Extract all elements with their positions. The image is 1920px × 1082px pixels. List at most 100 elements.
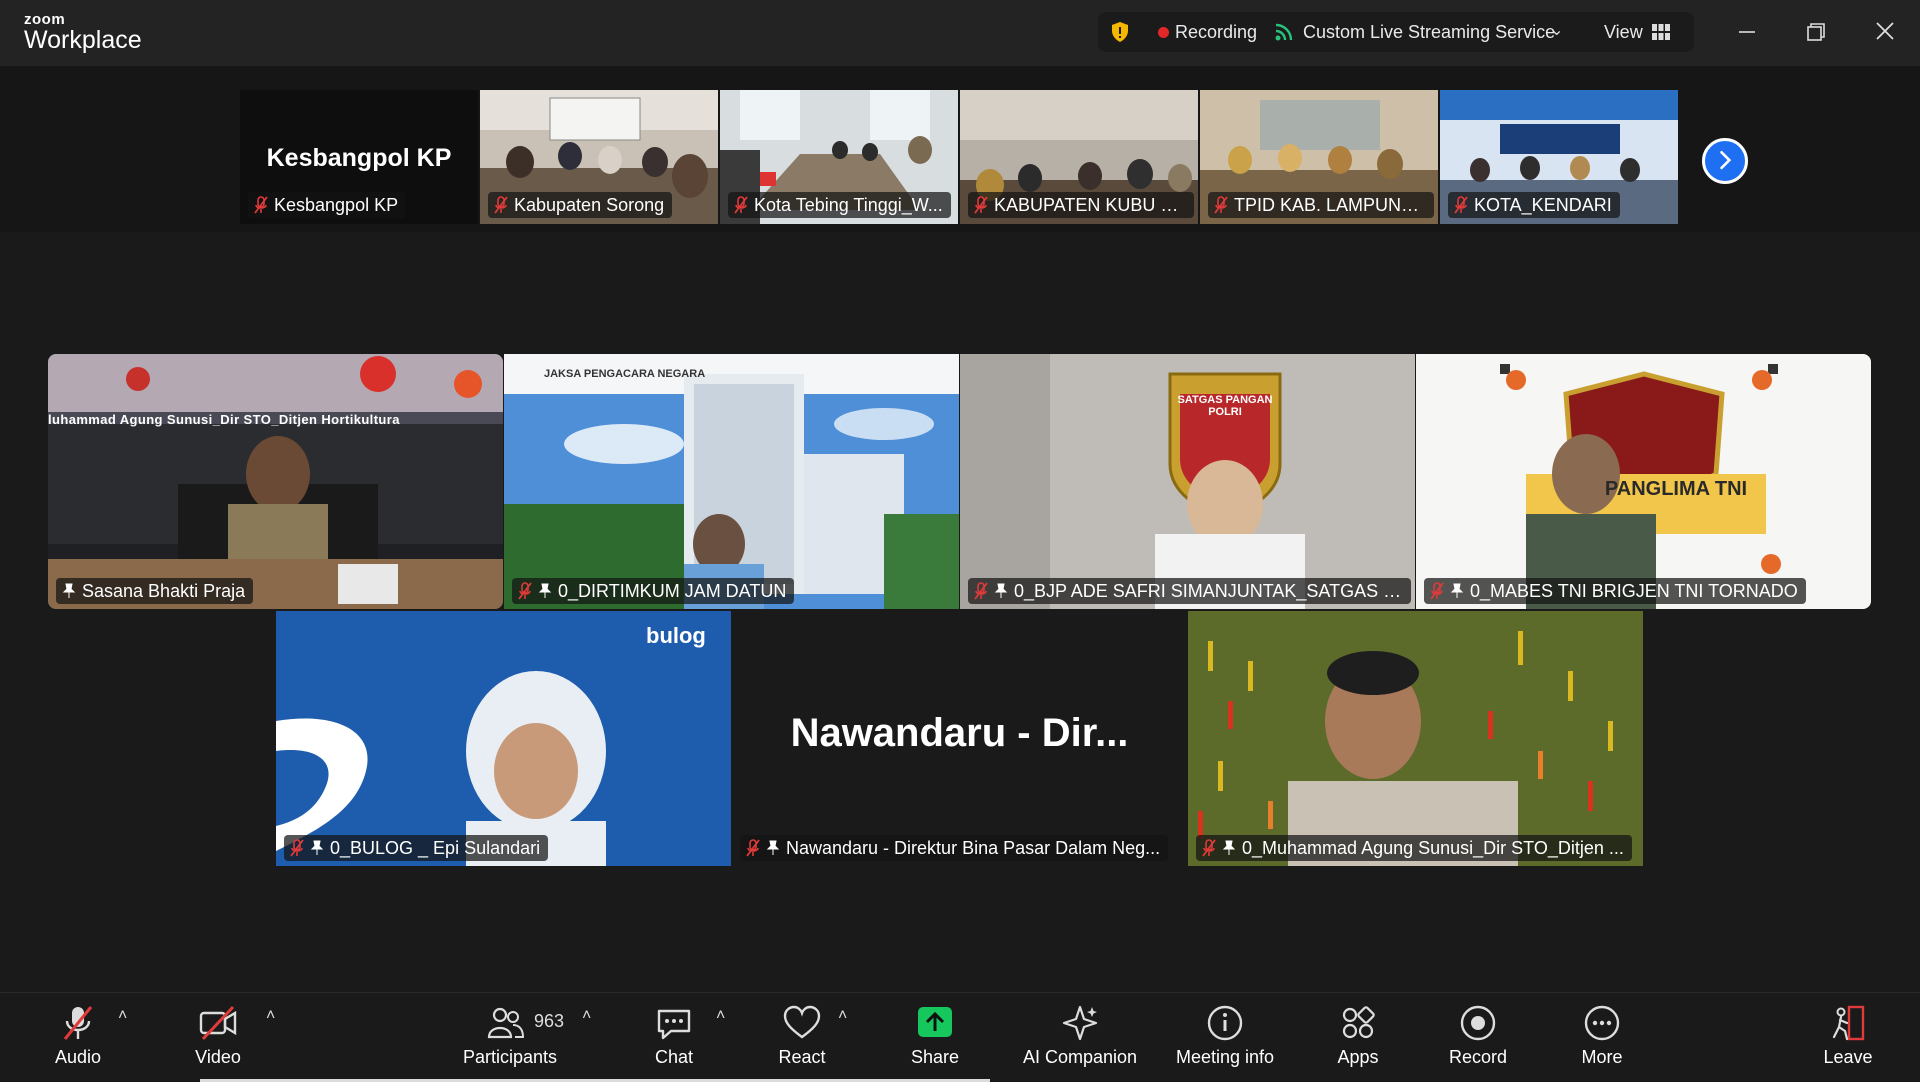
- video-tile[interactable]: 0_Muhammad Agung Sunusi_Dir STO_Ditjen .…: [1188, 611, 1643, 866]
- audio-options-caret[interactable]: ˄: [118, 1007, 127, 1025]
- mic-muted-icon: [746, 839, 760, 857]
- video-button[interactable]: Video: [178, 1003, 258, 1077]
- title-bar: zoom Workplace Recording Custom Live Str…: [0, 0, 1920, 66]
- participant-name-bar: TPID KAB. LAMPUNG ...: [1208, 192, 1434, 218]
- pin-icon: [766, 840, 780, 855]
- chat-icon: [657, 1009, 691, 1040]
- participant-name-bar: Sasana Bhakti Praja: [56, 578, 254, 604]
- shield-icon[interactable]: [1110, 21, 1130, 43]
- ai-companion-button[interactable]: AI Companion: [1015, 1003, 1145, 1077]
- pin-icon: [1450, 583, 1464, 598]
- mic-muted-icon: [974, 196, 988, 214]
- participant-name: KABUPATEN KUBU RA...: [994, 194, 1186, 215]
- participant-name-bar: 0_MABES TNI BRIGJEN TNI TORNADO: [1424, 578, 1806, 604]
- leave-button[interactable]: Leave: [1808, 1003, 1888, 1077]
- participant-name-bar: Kota Tebing Tinggi_W...: [728, 192, 951, 218]
- participant-card-name: Nawandaru - Dir...: [790, 711, 1129, 755]
- react-options-caret[interactable]: ˄: [838, 1007, 847, 1025]
- info-icon: [1207, 1005, 1243, 1041]
- recording-label[interactable]: Recording: [1175, 22, 1257, 43]
- participant-name: Kesbangpol KP: [274, 194, 399, 215]
- meeting-status-bar: Recording Custom Live Streaming Service …: [1098, 12, 1694, 52]
- thumbnail-tile[interactable]: Kabupaten Sorong: [480, 90, 718, 224]
- video-tile[interactable]: Nawandaru - Dir... Nawandaru - Direktur …: [732, 611, 1187, 866]
- mic-muted-icon: [494, 196, 508, 214]
- thumbnail-tile[interactable]: KOTA_KENDARI: [1440, 90, 1678, 224]
- share-label: Share: [910, 1047, 960, 1067]
- thumbnail-tile[interactable]: Kesbangpol KP Kesbangpol KP: [240, 90, 478, 224]
- apps-button[interactable]: Apps: [1318, 1003, 1398, 1077]
- pin-icon: [62, 583, 76, 598]
- view-button[interactable]: View: [1604, 22, 1643, 43]
- record-icon: [1460, 1005, 1496, 1041]
- minimize-icon[interactable]: [1730, 16, 1764, 50]
- heart-icon: [783, 1005, 821, 1039]
- video-feed: [276, 611, 731, 866]
- participant-name-bar: 0_DIRTIMKUM JAM DATUN: [512, 578, 795, 604]
- apps-label: Apps: [1337, 1047, 1379, 1067]
- app-logo: zoom Workplace: [24, 12, 142, 53]
- camera-off-icon: [199, 1005, 237, 1041]
- mic-muted-icon: [518, 582, 532, 600]
- mic-muted-icon: [254, 196, 268, 214]
- video-tile[interactable]: bulog 0_BULOG _ Epi Sulandari: [276, 611, 731, 866]
- live-stream-icon: [1275, 23, 1293, 41]
- participant-name: Kota Tebing Tinggi_W...: [754, 194, 943, 215]
- participants-options-caret[interactable]: ˄: [582, 1007, 591, 1025]
- mic-muted-icon: [1430, 582, 1444, 600]
- streaming-service-label[interactable]: Custom Live Streaming Service: [1303, 22, 1555, 43]
- video-tile-active-speaker[interactable]: luhammad Agung Sunusi_Dir STO_Ditjen Hor…: [48, 354, 503, 609]
- share-screen-icon: [918, 1007, 952, 1037]
- react-button[interactable]: React: [762, 1003, 842, 1077]
- pin-icon: [994, 583, 1008, 598]
- thumbnail-tile[interactable]: KABUPATEN KUBU RA...: [960, 90, 1198, 224]
- video-feed: [960, 354, 1415, 609]
- video-tile[interactable]: JAKSA PENGACARA NEGARA 0_DIRTIMKUM JAM D…: [504, 354, 959, 609]
- chat-options-caret[interactable]: ˄: [716, 1007, 725, 1025]
- participant-name: Nawandaru - Direktur Bina Pasar Dalam Ne…: [786, 837, 1161, 858]
- participant-name: Kabupaten Sorong: [514, 194, 665, 215]
- ai-companion-label: AI Companion: [1022, 1047, 1138, 1067]
- audio-label: Audio: [54, 1047, 102, 1067]
- chat-button[interactable]: Chat: [634, 1003, 714, 1077]
- participant-name: 0_BULOG _ Epi Sulandari: [330, 837, 541, 858]
- close-icon[interactable]: [1868, 16, 1902, 50]
- participant-name-bar: 0_BJP ADE SAFRI SIMANJUNTAK_SATGAS PA...: [968, 578, 1411, 604]
- more-icon: [1584, 1005, 1620, 1041]
- share-button[interactable]: Share: [895, 1003, 975, 1077]
- thumbnail-tile[interactable]: TPID KAB. LAMPUNG ...: [1200, 90, 1438, 224]
- grid-view-icon[interactable]: [1652, 24, 1670, 40]
- video-tile[interactable]: PANGLIMA TNI 0_MABES TNI BRIGJEN TNI TOR…: [1416, 354, 1871, 609]
- react-label: React: [778, 1047, 826, 1067]
- record-button[interactable]: Record: [1438, 1003, 1518, 1077]
- video-tile[interactable]: SATGAS PANGAN POLRI 0_BJP ADE SAFRI SIMA…: [960, 354, 1415, 609]
- thumbnail-tile[interactable]: Kota Tebing Tinggi_W...: [720, 90, 958, 224]
- restore-icon[interactable]: [1799, 16, 1833, 50]
- apps-icon: [1342, 1006, 1375, 1039]
- recording-dot-icon: [1158, 27, 1169, 38]
- participant-card-name: Kesbangpol KP: [266, 144, 452, 172]
- participant-name: 0_MABES TNI BRIGJEN TNI TORNADO: [1470, 580, 1798, 601]
- video-feed: [504, 354, 959, 609]
- more-label: More: [1581, 1047, 1623, 1067]
- participant-name-bar: Nawandaru - Direktur Bina Pasar Dalam Ne…: [740, 835, 1169, 861]
- participant-name: 0_DIRTIMKUM JAM DATUN: [558, 580, 787, 601]
- tile-overlay-text: luhammad Agung Sunusi_Dir STO_Ditjen Hor…: [48, 412, 400, 427]
- participant-name: 0_Muhammad Agung Sunusi_Dir STO_Ditjen .…: [1242, 837, 1624, 858]
- video-options-caret[interactable]: ˄: [266, 1007, 275, 1025]
- more-button[interactable]: More: [1562, 1003, 1642, 1077]
- chevron-down-icon[interactable]: ⌄: [1550, 20, 1563, 40]
- mic-muted-icon: [1202, 839, 1216, 857]
- sparkle-icon: [1062, 1005, 1098, 1041]
- meeting-info-label: Meeting info: [1175, 1047, 1275, 1067]
- participant-name: Sasana Bhakti Praja: [82, 580, 246, 601]
- video-feed: [1188, 611, 1643, 866]
- brand-big: Workplace: [24, 26, 142, 54]
- mic-muted-icon: [974, 582, 988, 600]
- next-page-button[interactable]: [1702, 138, 1748, 184]
- audio-button[interactable]: Audio: [38, 1003, 118, 1077]
- participant-name-bar: 0_Muhammad Agung Sunusi_Dir STO_Ditjen .…: [1196, 835, 1632, 861]
- tile-overlay-text: SATGAS PANGAN POLRI: [1177, 394, 1273, 418]
- meeting-info-button[interactable]: Meeting info: [1165, 1003, 1285, 1077]
- pin-icon: [1222, 840, 1236, 855]
